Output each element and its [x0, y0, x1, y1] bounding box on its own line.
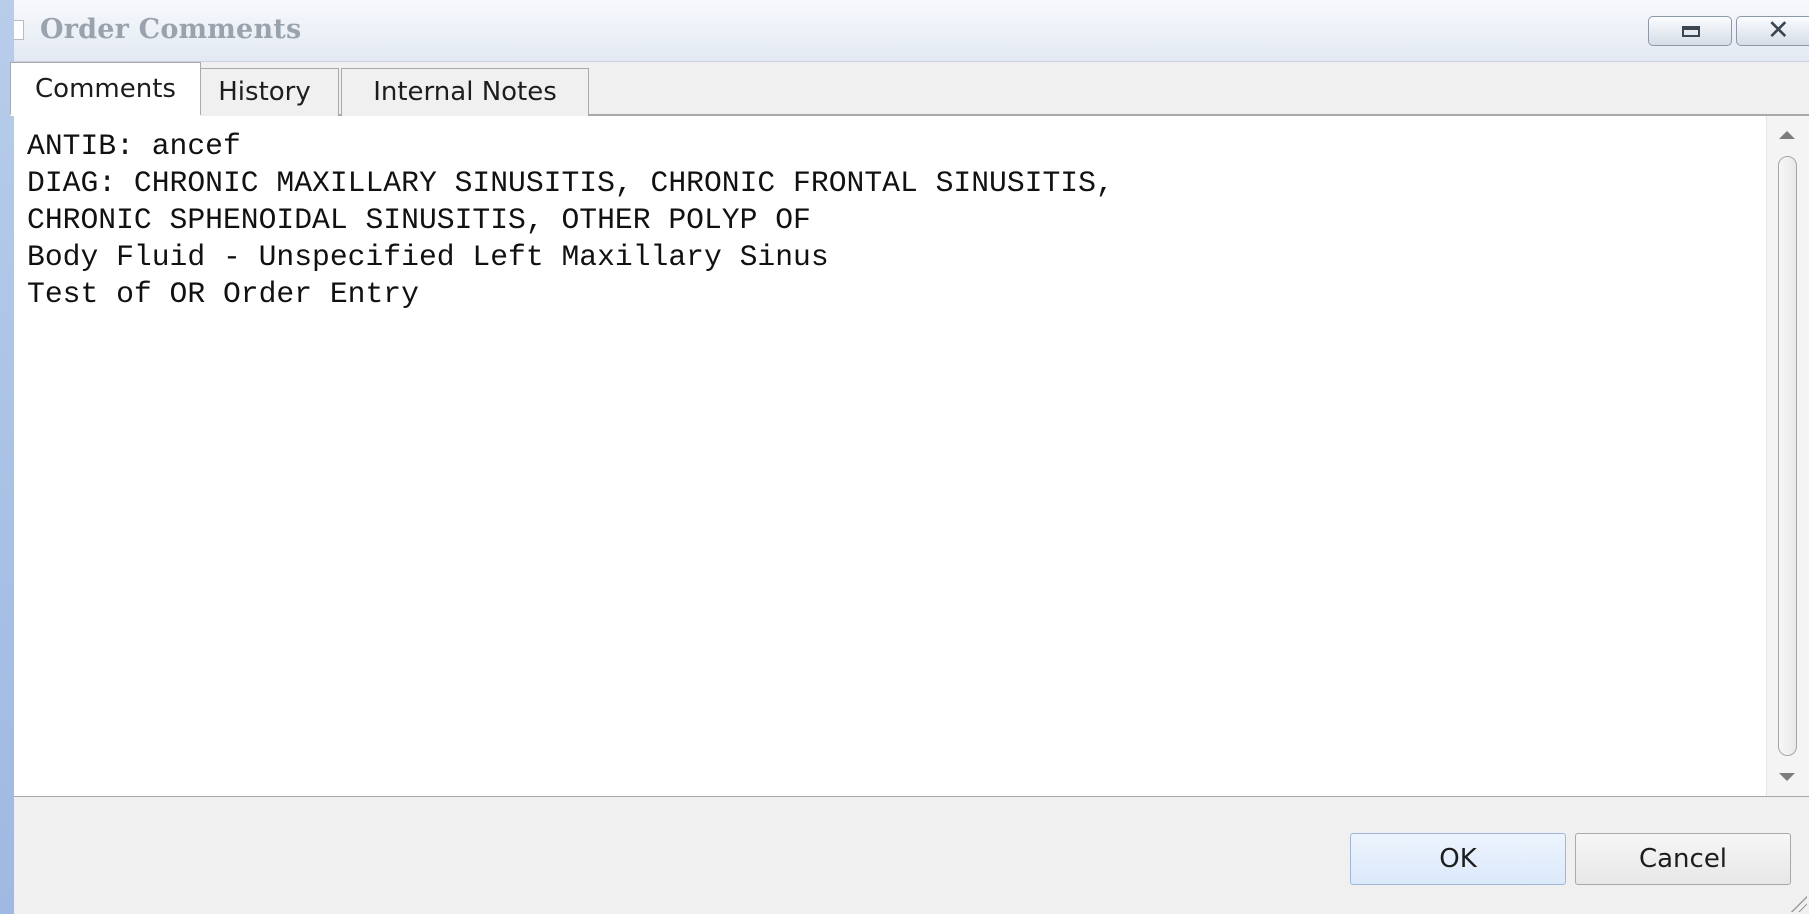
document-icon — [14, 20, 24, 40]
scroll-down-arrow-icon[interactable] — [1779, 773, 1795, 781]
scroll-up-arrow-icon[interactable] — [1779, 131, 1795, 139]
title-bar[interactable]: Order Comments ✕ — [14, 0, 1809, 62]
comments-text[interactable]: ANTIB: ancef DIAG: CHRONIC MAXILLARY SIN… — [27, 128, 1114, 313]
tab-strip: Comments History Internal Notes — [10, 62, 1809, 116]
ok-button[interactable]: OK — [1350, 833, 1566, 885]
tab-internal-notes[interactable]: Internal Notes — [341, 68, 589, 116]
tab-history[interactable]: History — [190, 68, 339, 116]
order-comments-dialog: Order Comments ✕ Comments History Intern… — [10, 0, 1809, 914]
dialog-footer: OK Cancel — [14, 797, 1809, 914]
desktop-background — [0, 0, 14, 914]
close-button[interactable]: ✕ — [1736, 15, 1809, 46]
scroll-thumb[interactable] — [1778, 156, 1797, 756]
resize-grip-icon[interactable] — [1789, 894, 1807, 912]
window-title: Order Comments — [40, 14, 302, 45]
vertical-scrollbar[interactable] — [1766, 116, 1809, 796]
restore-icon — [1682, 26, 1700, 37]
close-icon: ✕ — [1767, 15, 1790, 46]
comments-text-area[interactable]: ANTIB: ancef DIAG: CHRONIC MAXILLARY SIN… — [14, 116, 1809, 797]
restore-button[interactable] — [1648, 16, 1732, 46]
tab-comments[interactable]: Comments — [10, 62, 201, 116]
cancel-button[interactable]: Cancel — [1575, 833, 1791, 885]
